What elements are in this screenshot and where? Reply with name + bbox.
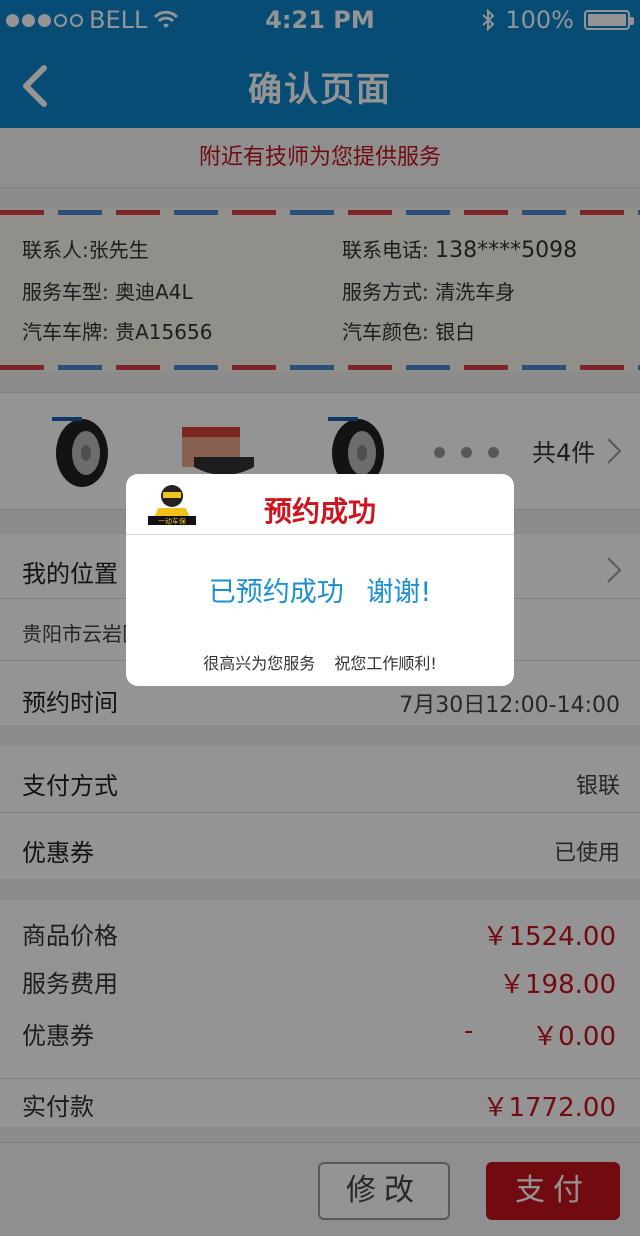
dialog-subtext: 很高兴为您服务 祝您工作顺利! <box>203 654 437 673</box>
dialog-message: 已预约成功 谢谢! <box>208 577 432 608</box>
booking-success-dialog: 一动车保 预约成功 已预约成功 谢谢! 很高兴为您服务 祝您工作顺利! <box>126 474 514 686</box>
dialog-title: 预约成功 <box>263 495 376 528</box>
